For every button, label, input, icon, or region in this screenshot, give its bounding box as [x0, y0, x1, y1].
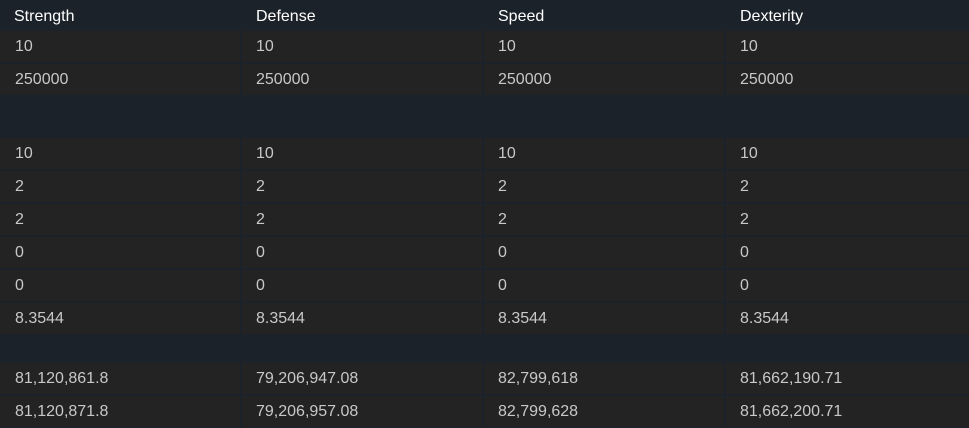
cell-dexterity: 0	[726, 270, 969, 301]
cell-defense: 8.3544	[242, 303, 482, 334]
cell-defense: 10	[242, 138, 482, 169]
cell-dexterity: 8.3544	[726, 303, 969, 334]
cell-strength: 81,120,871.8	[0, 396, 240, 427]
table-row: 0 0 0 0	[0, 270, 969, 301]
header-strength: Strength	[14, 8, 75, 25]
stats-table: Strength Defense Speed Dexterity 10 10 1…	[0, 0, 969, 428]
cell-dexterity: 10	[726, 138, 969, 169]
table-row: 2 2 2 2	[0, 204, 969, 235]
table-row: 2 2 2 2	[0, 171, 969, 202]
cell-defense: 0	[242, 237, 482, 268]
table-row: 81,120,871.8 79,206,957.08 82,799,628 81…	[0, 396, 969, 427]
cell-strength: 0	[0, 270, 240, 301]
cell-defense: 10	[242, 31, 482, 62]
cell-strength: 10	[0, 138, 240, 169]
table-row: 10 10 10 10	[0, 31, 969, 62]
cell-speed: 0	[484, 270, 724, 301]
table-row: 81,120,861.8 79,206,947.08 82,799,618 81…	[0, 363, 969, 394]
cell-speed: 2	[484, 204, 724, 235]
cell-defense: 250000	[242, 64, 482, 95]
cell-dexterity: 250000	[726, 64, 969, 95]
cell-strength: 81,120,861.8	[0, 363, 240, 394]
cell-dexterity: 0	[726, 237, 969, 268]
table-row: 10 10 10 10	[0, 138, 969, 169]
table-header: Strength Defense Speed Dexterity	[0, 0, 969, 30]
header-defense: Defense	[256, 8, 316, 25]
cell-defense: 2	[242, 171, 482, 202]
cell-defense: 79,206,947.08	[242, 363, 482, 394]
table-row: 0 0 0 0	[0, 237, 969, 268]
cell-speed: 10	[484, 138, 724, 169]
cell-dexterity: 81,662,190.71	[726, 363, 969, 394]
cell-speed: 10	[484, 31, 724, 62]
cell-strength: 0	[0, 237, 240, 268]
cell-speed: 250000	[484, 64, 724, 95]
cell-defense: 2	[242, 204, 482, 235]
cell-strength: 2	[0, 204, 240, 235]
table-row: 250000 250000 250000 250000	[0, 64, 969, 95]
header-dexterity: Dexterity	[740, 8, 804, 25]
cell-speed: 0	[484, 237, 724, 268]
cell-strength: 2	[0, 171, 240, 202]
cell-speed: 8.3544	[484, 303, 724, 334]
cell-dexterity: 81,662,200.71	[726, 396, 969, 427]
cell-defense: 0	[242, 270, 482, 301]
cell-speed: 82,799,618	[484, 363, 724, 394]
cell-dexterity: 10	[726, 31, 969, 62]
cell-strength: 250000	[0, 64, 240, 95]
cell-dexterity: 2	[726, 204, 969, 235]
cell-strength: 10	[0, 31, 240, 62]
cell-defense: 79,206,957.08	[242, 396, 482, 427]
cell-dexterity: 2	[726, 171, 969, 202]
table-row: 8.3544 8.3544 8.3544 8.3544	[0, 303, 969, 334]
cell-speed: 2	[484, 171, 724, 202]
cell-strength: 8.3544	[0, 303, 240, 334]
header-speed: Speed	[498, 8, 545, 25]
cell-speed: 82,799,628	[484, 396, 724, 427]
